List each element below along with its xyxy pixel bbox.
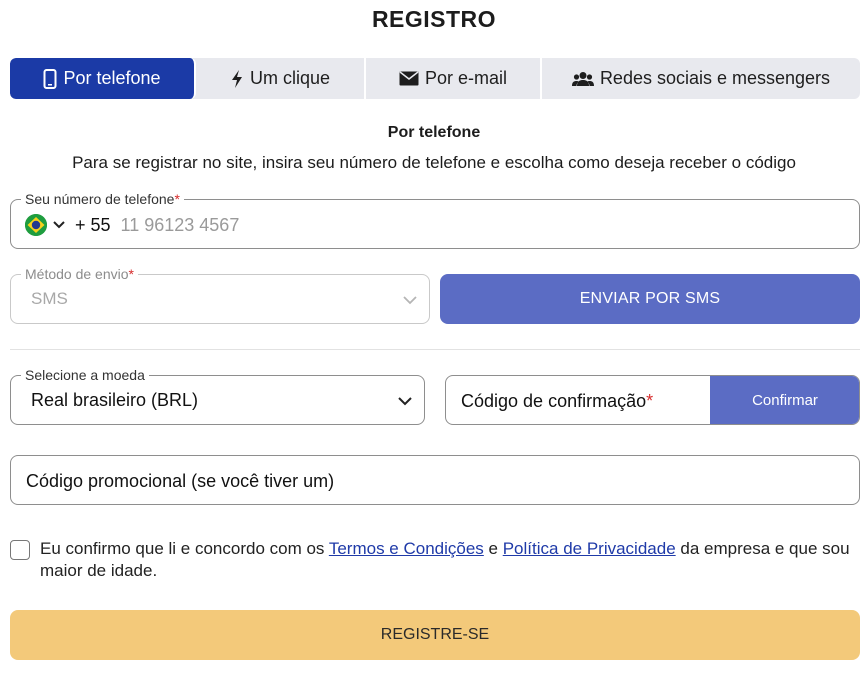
register-button[interactable]: REGISTRE-SE [10,610,860,660]
tab-social-networks[interactable]: Redes sociais e messengers [542,58,860,99]
phone-field-label: Seu número de telefone* [21,190,184,208]
registration-tabs: Por telefone Um clique Por e-mail Redes … [10,58,860,99]
promo-code-field[interactable]: Código promocional (se você tiver um) [10,455,860,505]
page-title: REGISTRO [371,6,497,32]
envelope-icon [399,71,419,86]
currency-value: Real brasileiro (BRL) [31,390,199,410]
confirmation-code-label: Código de confirmação* [461,391,654,411]
send-method-label: Método de envio* [21,265,138,283]
promo-code-label: Código promocional (se você tiver um) [26,471,335,491]
divider [10,349,860,350]
phone-icon [43,68,57,89]
tab-label: Redes sociais e messengers [599,68,831,88]
tab-by-email[interactable]: Por e-mail [366,58,542,99]
currency-select[interactable]: Selecione a moeda Real brasileiro (BRL) [10,366,425,425]
confirm-button[interactable]: Confirmar [710,376,859,424]
confirmation-code-field[interactable]: Código de confirmação* Confirmar [445,375,860,425]
currency-label: Selecione a moeda [21,366,149,384]
phone-field[interactable]: Seu número de telefone* + 55 [10,190,860,249]
users-icon [571,71,594,87]
lightning-icon [230,69,244,89]
required-mark: * [128,266,134,282]
tab-by-phone[interactable]: Por telefone [10,58,196,99]
country-chevron-down-icon[interactable] [53,221,65,229]
chevron-down-icon [398,393,412,411]
terms-text: Eu confirmo que li e concordo com os Ter… [40,539,850,580]
section-title: Por telefone [387,124,481,141]
section-description: Para se registrar no site, insira seu nú… [72,153,796,172]
terms-link[interactable]: Termos e Condições [329,539,484,558]
required-mark: * [646,391,654,411]
privacy-policy-link[interactable]: Política de Privacidade [503,539,676,558]
terms-agreement: Eu confirmo que li e concordo com os Ter… [10,538,850,582]
country-code: + 55 [75,214,111,235]
required-mark: * [174,191,180,207]
tab-one-click[interactable]: Um clique [196,58,366,99]
send-method-value: SMS [31,289,68,308]
brazil-flag-icon[interactable] [25,214,47,236]
send-sms-button[interactable]: ENVIAR POR SMS [440,274,860,324]
chevron-down-icon [403,292,417,310]
phone-input[interactable] [120,214,521,236]
tab-label: Por e-mail [424,68,508,88]
send-method-select[interactable]: Método de envio* SMS [10,265,430,324]
tab-label: Por telefone [63,68,161,88]
tab-label: Um clique [249,68,331,88]
terms-checkbox[interactable] [10,540,30,560]
